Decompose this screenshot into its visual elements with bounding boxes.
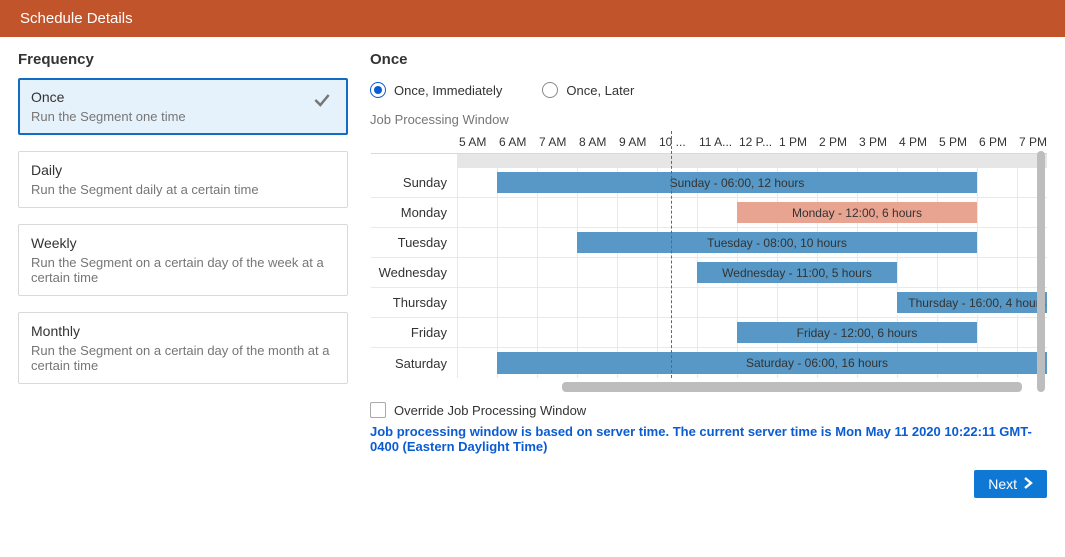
radio-once-immediately[interactable]: Once, Immediately — [370, 82, 502, 98]
gantt-track: Wednesday - 11:00, 5 hours — [457, 258, 1047, 287]
frequency-option-monthly[interactable]: Monthly Run the Segment on a certain day… — [18, 312, 348, 384]
gantt-track: Monday - 12:00, 6 hours — [457, 198, 1047, 227]
gantt-bar[interactable]: Monday - 12:00, 6 hours — [737, 202, 977, 223]
gantt-track: Friday - 12:00, 6 hours — [457, 318, 1047, 347]
gantt-bar[interactable]: Sunday - 06:00, 12 hours — [497, 172, 977, 193]
once-heading: Once — [370, 51, 1047, 68]
time-axis-tick: 6 PM — [977, 131, 1017, 153]
frequency-option-weekly[interactable]: Weekly Run the Segment on a certain day … — [18, 224, 348, 296]
frequency-option-subtitle: Run the Segment one time — [31, 109, 335, 124]
time-axis-tick: 5 PM — [937, 131, 977, 153]
frequency-option-title: Monthly — [31, 323, 335, 339]
frequency-option-once[interactable]: Once Run the Segment one time — [18, 78, 348, 135]
time-axis-tick: 3 PM — [857, 131, 897, 153]
gantt-bar[interactable]: Thursday - 16:00, 4 hours — [897, 292, 1047, 313]
gantt-time-axis: 5 AM6 AM7 AM8 AM9 AM10 ...11 A...12 P...… — [371, 131, 1047, 154]
gantt-day-label: Monday — [371, 205, 457, 220]
gantt-scroll[interactable]: 5 AM6 AM7 AM8 AM9 AM10 ...11 A...12 P...… — [370, 131, 1047, 392]
frequency-option-daily[interactable]: Daily Run the Segment daily at a certain… — [18, 151, 348, 208]
gantt-track: Sunday - 06:00, 12 hours — [457, 168, 1047, 197]
dialog-body: Frequency Once Run the Segment one time … — [0, 37, 1065, 464]
gantt-day-row: Monday Monday - 12:00, 6 hours — [371, 198, 1047, 228]
next-button-label: Next — [988, 476, 1017, 492]
time-axis-tick: 8 AM — [577, 131, 617, 153]
time-axis-tick: 5 AM — [457, 131, 497, 153]
gantt-day-row: Wednesday Wednesday - 11:00, 5 hours — [371, 258, 1047, 288]
dialog-header: Schedule Details — [0, 0, 1065, 37]
gantt-bar[interactable]: Wednesday - 11:00, 5 hours — [697, 262, 897, 283]
dialog-footer: Next — [0, 464, 1065, 506]
time-axis-tick: 12 P... — [737, 131, 777, 153]
gantt-horizontal-scrollbar[interactable] — [457, 382, 1039, 392]
time-axis-tick: 11 A... — [697, 131, 737, 153]
dialog-title: Schedule Details — [20, 10, 133, 27]
gantt-day-row: Thursday Thursday - 16:00, 4 hours — [371, 288, 1047, 318]
time-axis-tick: 1 PM — [777, 131, 817, 153]
override-row: Override Job Processing Window — [370, 392, 1047, 424]
gantt-day-label: Tuesday — [371, 235, 457, 250]
override-label: Override Job Processing Window — [394, 403, 586, 418]
gantt-vertical-scrollbar[interactable] — [1037, 151, 1045, 392]
radio-icon — [542, 82, 558, 98]
gantt-day-row: Friday Friday - 12:00, 6 hours — [371, 318, 1047, 348]
once-radio-group: Once, Immediately Once, Later — [370, 78, 1047, 112]
time-axis-tick: 9 AM — [617, 131, 657, 153]
frequency-option-title: Daily — [31, 162, 335, 178]
frequency-option-title: Weekly — [31, 235, 335, 251]
check-icon — [312, 90, 332, 110]
gantt-container: 5 AM6 AM7 AM8 AM9 AM10 ...11 A...12 P...… — [370, 131, 1047, 392]
gantt-track: Saturday - 06:00, 16 hours — [457, 348, 1047, 378]
gantt-day-label: Sunday — [371, 175, 457, 190]
gantt-day-label: Wednesday — [371, 265, 457, 280]
next-button[interactable]: Next — [974, 470, 1047, 498]
time-axis-tick: 4 PM — [897, 131, 937, 153]
gantt-summary-row — [371, 154, 1047, 168]
frequency-option-subtitle: Run the Segment on a certain day of the … — [31, 255, 335, 285]
time-axis-tick: 10 ... — [657, 131, 697, 153]
job-processing-window-label: Job Processing Window — [370, 112, 1047, 127]
frequency-heading: Frequency — [18, 51, 348, 68]
server-time-note: Job processing window is based on server… — [370, 424, 1047, 454]
override-checkbox[interactable] — [370, 402, 386, 418]
frequency-option-title: Once — [31, 89, 335, 105]
gantt-day-row: Sunday Sunday - 06:00, 12 hours — [371, 168, 1047, 198]
frequency-option-subtitle: Run the Segment daily at a certain time — [31, 182, 335, 197]
gantt-track: Tuesday - 08:00, 10 hours — [457, 228, 1047, 257]
frequency-panel: Frequency Once Run the Segment one time … — [18, 51, 348, 454]
frequency-option-subtitle: Run the Segment on a certain day of the … — [31, 343, 335, 373]
time-axis-tick: 7 AM — [537, 131, 577, 153]
radio-icon — [370, 82, 386, 98]
time-axis-tick: 2 PM — [817, 131, 857, 153]
chevron-right-icon — [1023, 476, 1033, 492]
gantt-bar[interactable]: Tuesday - 08:00, 10 hours — [577, 232, 977, 253]
gantt-day-row: Saturday Saturday - 06:00, 16 hours — [371, 348, 1047, 378]
gantt-bar[interactable]: Friday - 12:00, 6 hours — [737, 322, 977, 343]
time-axis-tick: 6 AM — [497, 131, 537, 153]
gantt-day-label: Saturday — [371, 356, 457, 371]
gantt-day-row: Tuesday Tuesday - 08:00, 10 hours — [371, 228, 1047, 258]
radio-once-later[interactable]: Once, Later — [542, 82, 634, 98]
gantt-track: Thursday - 16:00, 4 hours — [457, 288, 1047, 317]
gantt-day-label: Thursday — [371, 295, 457, 310]
once-panel: Once Once, Immediately Once, Later Job P… — [370, 51, 1047, 454]
gantt-day-label: Friday — [371, 325, 457, 340]
radio-label: Once, Immediately — [394, 83, 502, 98]
gantt-bar[interactable]: Saturday - 06:00, 16 hours — [497, 352, 1047, 374]
radio-label: Once, Later — [566, 83, 634, 98]
time-axis-tick: 7 PM — [1017, 131, 1047, 153]
